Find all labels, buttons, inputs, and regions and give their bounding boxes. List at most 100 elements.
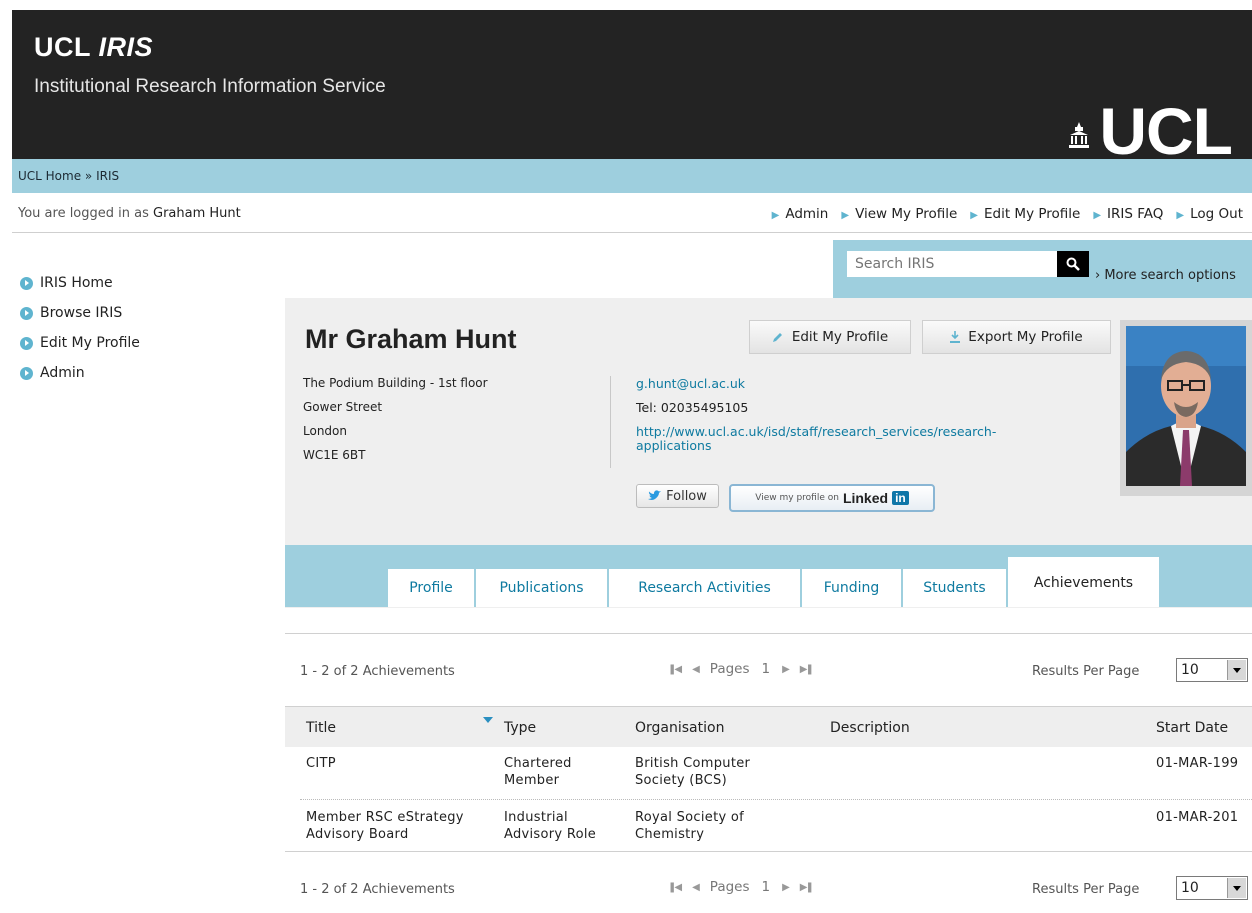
first-page-icon[interactable]: ❚◀ <box>668 882 682 893</box>
nav-edit-my-profile[interactable]: ▶ Edit My Profile <box>970 206 1080 222</box>
page-number[interactable]: 1 <box>762 661 771 677</box>
nav-iris-faq[interactable]: ▶ IRIS FAQ <box>1093 206 1163 222</box>
results-per-page-select[interactable]: 10 <box>1176 876 1248 900</box>
sidebar-item-edit-my-profile[interactable]: Edit My Profile <box>20 332 140 354</box>
button-label: Edit My Profile <box>791 329 889 345</box>
nav-view-my-profile[interactable]: ▶ View My Profile <box>841 206 957 222</box>
ucl-logo-text: UCL <box>1099 94 1233 168</box>
nav-admin[interactable]: ▶ Admin <box>772 206 829 222</box>
column-header-type[interactable]: Type <box>504 720 536 736</box>
tab-students[interactable]: Students <box>903 569 1006 607</box>
previous-page-icon[interactable]: ◀ <box>692 882 700 893</box>
pencil-icon <box>772 333 782 342</box>
search-icon <box>1066 257 1080 271</box>
email-link[interactable]: g.hunt@ucl.ac.uk <box>636 376 745 391</box>
sidebar-item-label: Admin <box>40 365 85 381</box>
divider <box>12 232 1252 233</box>
brand-ucl: UCL <box>34 32 91 62</box>
results-count: 1 - 2 of 2 Achievements <box>300 882 455 897</box>
cell-line: Advisory Role <box>504 827 597 842</box>
divider <box>610 376 611 468</box>
button-label: Export My Profile <box>968 329 1083 345</box>
column-header-start-date[interactable]: Start Date <box>1156 720 1228 736</box>
tab-profile[interactable]: Profile <box>388 569 474 607</box>
cell-line: Industrial <box>504 810 568 825</box>
pages-label: Pages <box>709 661 750 677</box>
results-per-page-select[interactable]: 10 <box>1176 658 1248 682</box>
website-link[interactable]: http://www.ucl.ac.uk/isd/staff/research_… <box>636 425 996 453</box>
dropdown-arrow-icon <box>1227 878 1246 898</box>
results-count: 1 - 2 of 2 Achievements <box>300 664 455 679</box>
site-title[interactable]: UCL IRIS <box>34 32 153 63</box>
divider <box>285 851 1252 852</box>
cell-line: Chartered <box>504 756 572 771</box>
cell-line: CITP <box>306 756 336 771</box>
address-line: WC1E 6BT <box>303 448 366 462</box>
divider <box>285 633 1252 634</box>
arrow-right-icon: ▶ <box>841 210 850 221</box>
edit-my-profile-button[interactable]: Edit My Profile <box>749 320 911 354</box>
twitter-bird-icon <box>648 490 662 500</box>
nav-label: IRIS FAQ <box>1107 206 1164 222</box>
tab-research-activities[interactable]: Research Activities <box>609 569 800 607</box>
export-my-profile-button[interactable]: Export My Profile <box>922 320 1111 354</box>
cell-line: Member RSC eStrategy <box>306 810 464 825</box>
search-button[interactable] <box>1057 251 1089 277</box>
profile-name: Mr Graham Hunt <box>305 324 517 354</box>
tab-funding[interactable]: Funding <box>802 569 901 607</box>
more-search-options-link[interactable]: › More search options <box>1095 268 1236 283</box>
tab-publications[interactable]: Publications <box>476 569 607 607</box>
login-prefix: You are logged in as <box>18 206 149 221</box>
cell-title: Member RSC eStrategy Advisory Board <box>306 809 464 843</box>
sidebar-item-admin[interactable]: Admin <box>20 362 140 384</box>
download-icon <box>950 331 961 343</box>
profile-photo-frame <box>1120 320 1252 496</box>
button-label: Follow <box>666 488 707 504</box>
arrow-right-icon: ▶ <box>1093 210 1102 221</box>
last-page-icon[interactable]: ▶❚ <box>800 664 814 675</box>
site-subtitle: Institutional Research Information Servi… <box>34 76 386 97</box>
first-page-icon[interactable]: ❚◀ <box>668 664 682 675</box>
column-header-title[interactable]: Title <box>306 720 336 736</box>
row-divider <box>300 799 1252 800</box>
profile-photo <box>1126 326 1246 486</box>
search-panel: › More search options <box>833 240 1252 298</box>
previous-page-icon[interactable]: ◀ <box>692 664 700 675</box>
page-number[interactable]: 1 <box>762 879 771 895</box>
breadcrumb[interactable]: UCL Home » IRIS <box>18 169 119 183</box>
column-header-organisation[interactable]: Organisation <box>635 720 724 736</box>
sidebar-item-label: IRIS Home <box>40 275 113 291</box>
next-page-icon[interactable]: ▶ <box>782 882 790 893</box>
address-line: The Podium Building - 1st floor <box>303 376 488 390</box>
twitter-follow-button[interactable]: Follow <box>636 484 719 508</box>
linkedin-in-icon: in <box>892 491 909 505</box>
cell-start-date: 01-MAR-199 <box>1156 756 1239 771</box>
sidebar-item-browse-iris[interactable]: Browse IRIS <box>20 302 140 324</box>
ucl-logo[interactable]: UCL <box>1069 94 1233 168</box>
cell-type: Chartered Member <box>504 755 572 789</box>
cell-organisation: Royal Society of Chemistry <box>635 809 744 843</box>
select-value: 10 <box>1181 880 1199 896</box>
telephone: Tel: 02035495105 <box>636 400 749 415</box>
cell-organisation: British Computer Society (BCS) <box>635 755 750 789</box>
sidebar-item-iris-home[interactable]: IRIS Home <box>20 272 140 294</box>
site-header: UCL IRIS Institutional Research Informat… <box>12 10 1252 164</box>
sort-desc-icon <box>483 717 493 723</box>
linkedin-profile-button[interactable]: View my profile on Linked in <box>729 484 935 512</box>
portico-icon <box>1069 122 1090 148</box>
next-page-icon[interactable]: ▶ <box>782 664 790 675</box>
column-header-description[interactable]: Description <box>830 720 910 736</box>
bullet-arrow-icon <box>20 306 33 320</box>
top-nav: ▶ Admin ▶ View My Profile ▶ Edit My Profile… <box>772 206 1243 222</box>
tab-achievements[interactable]: Achievements <box>1008 557 1159 607</box>
bullet-arrow-icon <box>20 366 33 380</box>
sidebar-item-label: Edit My Profile <box>40 335 140 351</box>
cell-line: Society (BCS) <box>635 773 727 788</box>
breadcrumb-bar: UCL Home » IRIS <box>12 159 1252 193</box>
nav-label: Admin <box>785 206 829 222</box>
sidebar: IRIS Home Browse IRIS Edit My Profile Ad… <box>20 272 140 392</box>
cell-start-date: 01-MAR-201 <box>1156 810 1239 825</box>
search-input[interactable] <box>847 251 1057 277</box>
last-page-icon[interactable]: ▶❚ <box>800 882 814 893</box>
nav-log-out[interactable]: ▶ Log Out <box>1176 206 1243 222</box>
